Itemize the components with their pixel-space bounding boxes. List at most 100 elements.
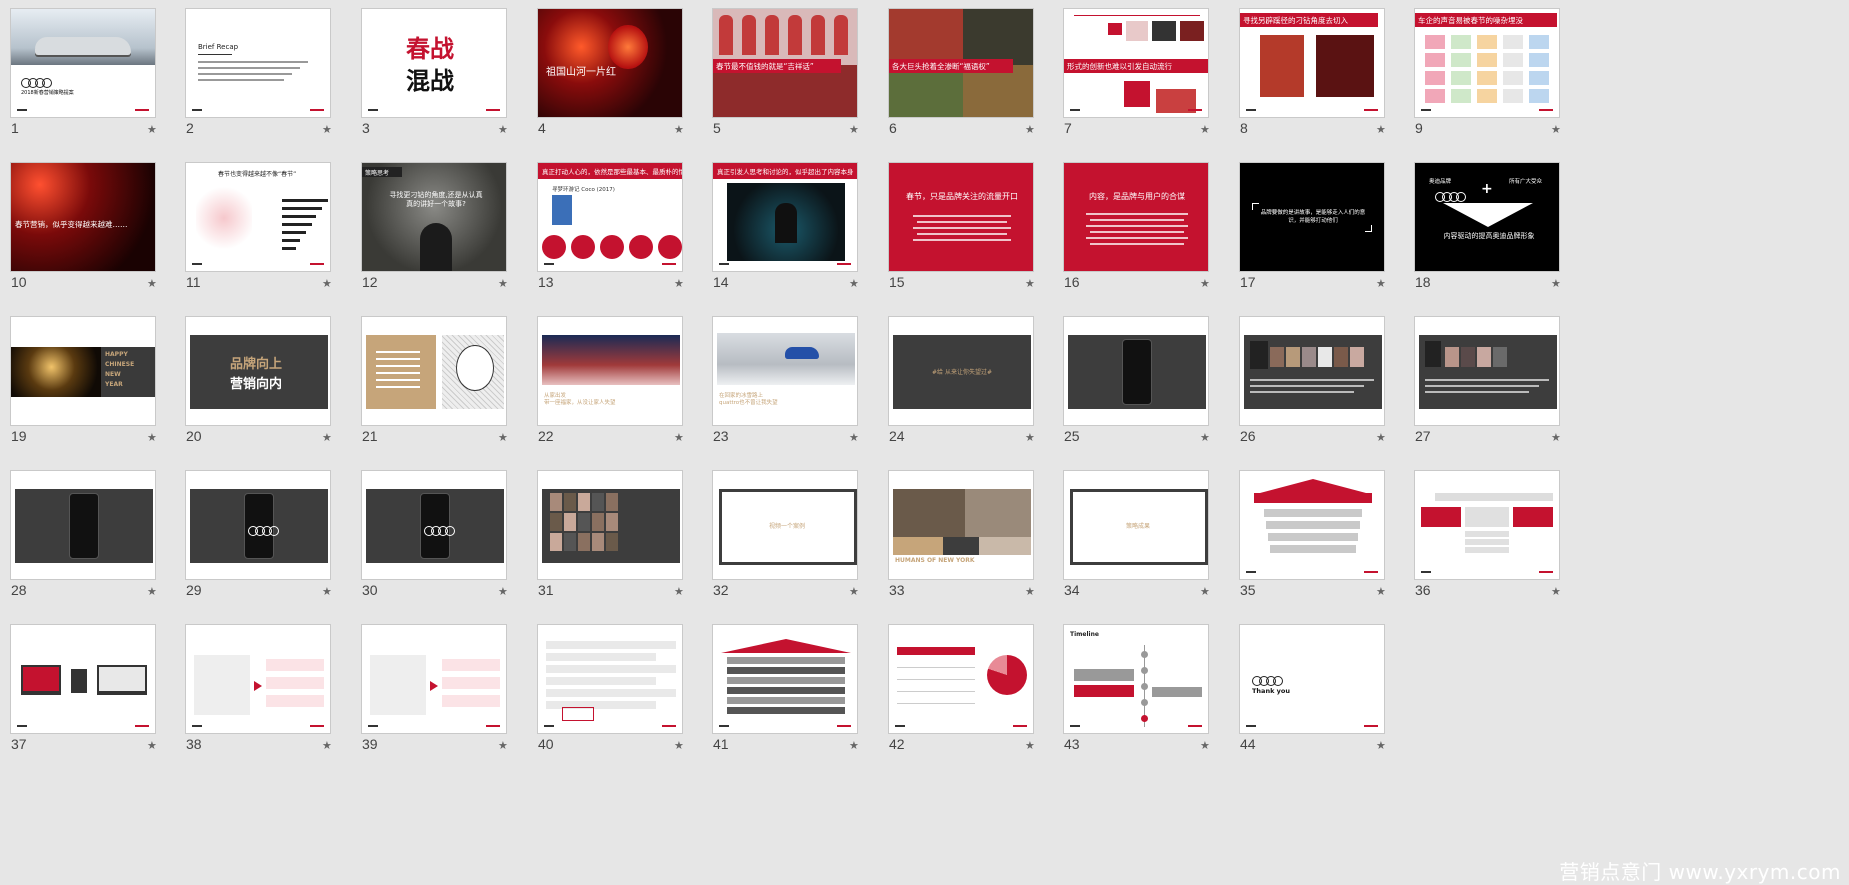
slide-star-icon[interactable]: ★ xyxy=(1200,431,1210,444)
slide-thumbnail[interactable]: 真正引发人思考和讨论的，似乎超出了内容本身 xyxy=(712,162,858,272)
slide-star-icon[interactable]: ★ xyxy=(498,739,508,752)
slide-thumbnail[interactable] xyxy=(1063,316,1209,426)
feed-row xyxy=(546,677,656,685)
slide-star-icon[interactable]: ★ xyxy=(147,123,157,136)
slide-star-icon[interactable]: ★ xyxy=(849,739,859,752)
table-row xyxy=(897,669,975,680)
slide-thumbnail[interactable]: 从家出发 带一座福家，从没让家人失望 xyxy=(537,316,683,426)
slide-thumbnail[interactable]: 策略思考 寻找更刁钻的角度,还是从认真真的讲好一个故事? xyxy=(361,162,507,272)
slide-number: 16 xyxy=(1064,274,1080,290)
slide-thumbnail[interactable]: Thank you xyxy=(1239,624,1385,734)
slide-thumbnail[interactable]: 品牌向上 营销向内 xyxy=(185,316,331,426)
slide-star-icon[interactable]: ★ xyxy=(1376,123,1386,136)
slide-star-icon[interactable]: ★ xyxy=(322,739,332,752)
slide-thumbnail[interactable] xyxy=(361,624,507,734)
slide-thumbnail[interactable]: 祖国山河一片红 xyxy=(537,8,683,118)
slide-star-icon[interactable]: ★ xyxy=(1200,123,1210,136)
slide-star-icon[interactable]: ★ xyxy=(1200,585,1210,598)
slide-star-icon[interactable]: ★ xyxy=(674,277,684,290)
text-line xyxy=(1090,219,1184,221)
slide-thumbnail[interactable] xyxy=(712,624,858,734)
slide-star-icon[interactable]: ★ xyxy=(498,431,508,444)
slide-star-icon[interactable]: ★ xyxy=(1376,431,1386,444)
slide-thumbnail[interactable]: #给 从来让你失望过# xyxy=(888,316,1034,426)
image-tile xyxy=(1334,347,1348,367)
slide-thumbnail[interactable] xyxy=(537,624,683,734)
slide-star-icon[interactable]: ★ xyxy=(498,585,508,598)
slide-star-icon[interactable]: ★ xyxy=(1025,277,1035,290)
slide-star-icon[interactable]: ★ xyxy=(1200,277,1210,290)
slide-thumbnail[interactable]: 春战 混战 xyxy=(361,8,507,118)
slide-thumbnail[interactable]: 各大巨头抢着全渗断“福语权” xyxy=(888,8,1034,118)
slide-thumbnail[interactable]: 车企的声音易被春节的噪杂埋没 xyxy=(1414,8,1560,118)
slide-star-icon[interactable]: ★ xyxy=(147,431,157,444)
slide-star-icon[interactable]: ★ xyxy=(1200,739,1210,752)
slide-thumbnail[interactable] xyxy=(1414,316,1560,426)
slide-thumbnail[interactable]: HUMANS OF NEW YORK xyxy=(888,470,1034,580)
slide-thumbnail[interactable]: 春节也变得越来越不像“春节” xyxy=(185,162,331,272)
slide-thumbnail[interactable]: 视频一个案例 xyxy=(712,470,858,580)
slide-star-icon[interactable]: ★ xyxy=(498,277,508,290)
slide-thumbnail[interactable]: 品牌要做的是讲故事，是能够走入人们的意识，并能够打动他们 xyxy=(1239,162,1385,272)
slide-star-icon[interactable]: ★ xyxy=(1551,277,1561,290)
slide-star-icon[interactable]: ★ xyxy=(322,277,332,290)
slide-thumbnail[interactable] xyxy=(10,624,156,734)
slide-thumbnail[interactable]: 春节最不值钱的就是“吉祥话” xyxy=(712,8,858,118)
slide-star-icon[interactable]: ★ xyxy=(1551,123,1561,136)
slide-thumbnail[interactable] xyxy=(185,624,331,734)
slide-star-icon[interactable]: ★ xyxy=(1025,585,1035,598)
slide-thumbnail[interactable]: 春节营销，似乎变得越来越难…… xyxy=(10,162,156,272)
slide-thumbnail[interactable]: 2018新春营销策略提案 xyxy=(10,8,156,118)
mini-tile xyxy=(1477,89,1497,103)
slide-thumbnail[interactable] xyxy=(361,316,507,426)
slide-star-icon[interactable]: ★ xyxy=(674,431,684,444)
slide-thumbnail[interactable]: 真正打动人心的，依然是那些最基本、最质朴的情感 寻梦环游记 Coco (2017) xyxy=(537,162,683,272)
slide-star-icon[interactable]: ★ xyxy=(1025,123,1035,136)
slide-star-icon[interactable]: ★ xyxy=(498,123,508,136)
slide-thumbnail[interactable]: Timeline xyxy=(1063,624,1209,734)
slide-number: 43 xyxy=(1064,736,1080,752)
slide-thumbnail[interactable]: Brief Recap xyxy=(185,8,331,118)
slide-thumbnail[interactable] xyxy=(1239,316,1385,426)
slide-thumbnail[interactable] xyxy=(1239,470,1385,580)
slide-thumbnail[interactable]: 寻找另辟蹊径的刁钻角度去切入 xyxy=(1239,8,1385,118)
slide-number: 32 xyxy=(713,582,729,598)
slide-star-icon[interactable]: ★ xyxy=(322,585,332,598)
slide-thumbnail[interactable]: 内容，是品牌与用户的合谋 xyxy=(1063,162,1209,272)
slide-star-icon[interactable]: ★ xyxy=(1551,431,1561,444)
slide-star-icon[interactable]: ★ xyxy=(147,585,157,598)
slide-thumbnail[interactable] xyxy=(10,470,156,580)
slide-thumbnail[interactable]: 在回家的冰雪路上 quattro也不曾让我失望 xyxy=(712,316,858,426)
slide-star-icon[interactable]: ★ xyxy=(674,585,684,598)
slide-star-icon[interactable]: ★ xyxy=(1025,739,1035,752)
slide-thumbnail[interactable] xyxy=(537,470,683,580)
slide-star-icon[interactable]: ★ xyxy=(1376,585,1386,598)
slide-thumbnail[interactable]: 策略成果 xyxy=(1063,470,1209,580)
slide-star-icon[interactable]: ★ xyxy=(1025,431,1035,444)
text-line xyxy=(1425,379,1549,381)
slide-star-icon[interactable]: ★ xyxy=(1551,585,1561,598)
slide-star-icon[interactable]: ★ xyxy=(849,277,859,290)
slide-thumbnail[interactable] xyxy=(361,470,507,580)
slide-star-icon[interactable]: ★ xyxy=(674,739,684,752)
slide-thumbnail[interactable] xyxy=(185,470,331,580)
slide-thumbnail[interactable]: 春节，只是品牌关注的流量开口 xyxy=(888,162,1034,272)
slide-star-icon[interactable]: ★ xyxy=(147,277,157,290)
slide-star-icon[interactable]: ★ xyxy=(674,123,684,136)
slide-star-icon[interactable]: ★ xyxy=(1376,739,1386,752)
slide-thumbnail[interactable]: 奥迪品牌 + 所有广大受众 内容驱动的提高奥迪品牌形象 xyxy=(1414,162,1560,272)
text-line xyxy=(198,67,300,69)
slide-star-icon[interactable]: ★ xyxy=(147,739,157,752)
slide-thumbnail[interactable]: HAPPY CHINESE NEW YEAR xyxy=(10,316,156,426)
slide-thumbnail[interactable]: 形式的创新也难以引发自动流行 xyxy=(1063,8,1209,118)
header-text: 真正引发人思考和讨论的，似乎超出了内容本身 xyxy=(717,168,854,176)
slide-star-icon[interactable]: ★ xyxy=(849,431,859,444)
slide-star-icon[interactable]: ★ xyxy=(849,123,859,136)
slide-star-icon[interactable]: ★ xyxy=(322,123,332,136)
slide-star-icon[interactable]: ★ xyxy=(322,431,332,444)
slide-thumbnail[interactable] xyxy=(888,624,1034,734)
table-row xyxy=(897,681,975,692)
slide-thumbnail[interactable] xyxy=(1414,470,1560,580)
slide-star-icon[interactable]: ★ xyxy=(1376,277,1386,290)
slide-star-icon[interactable]: ★ xyxy=(849,585,859,598)
